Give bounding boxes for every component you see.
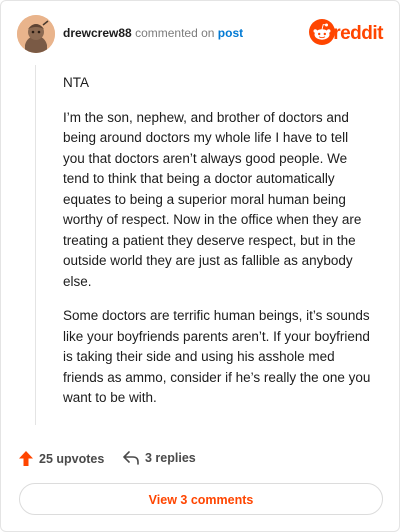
post-link[interactable]: post — [218, 26, 243, 40]
replies-button[interactable]: 3 replies — [123, 451, 196, 465]
username[interactable]: drewcrew88 — [63, 26, 132, 40]
avatar[interactable] — [17, 15, 55, 53]
comment-paragraph: Some doctors are terrific human beings, … — [63, 308, 371, 405]
upvotes-count: 25 upvotes — [39, 451, 105, 466]
replies-count: 3 replies — [145, 451, 196, 465]
avatar-image — [17, 15, 55, 53]
comment-meta: drewcrew88 commented on post — [63, 26, 243, 40]
reddit-wordmark: reddit — [333, 23, 383, 44]
thread-line[interactable] — [35, 65, 36, 425]
comment-card: drewcrew88 commented on post reddit NTA … — [0, 0, 400, 532]
upvote-button[interactable]: 25 upvotes — [19, 451, 104, 466]
upvote-arrow-icon — [19, 451, 33, 466]
comment-paragraph: I’m the son, nephew, and brother of doct… — [63, 109, 362, 289]
action-text: commented on — [135, 26, 215, 40]
comment-body: NTA I’m the son, nephew, and brother of … — [63, 73, 373, 423]
view-comments-button[interactable]: View 3 comments — [19, 483, 383, 515]
reply-arrow-icon — [123, 451, 139, 465]
comment-header: drewcrew88 commented on post reddit — [17, 15, 383, 55]
comment-paragraph: NTA — [63, 75, 89, 90]
reddit-snoo-icon — [309, 19, 335, 45]
